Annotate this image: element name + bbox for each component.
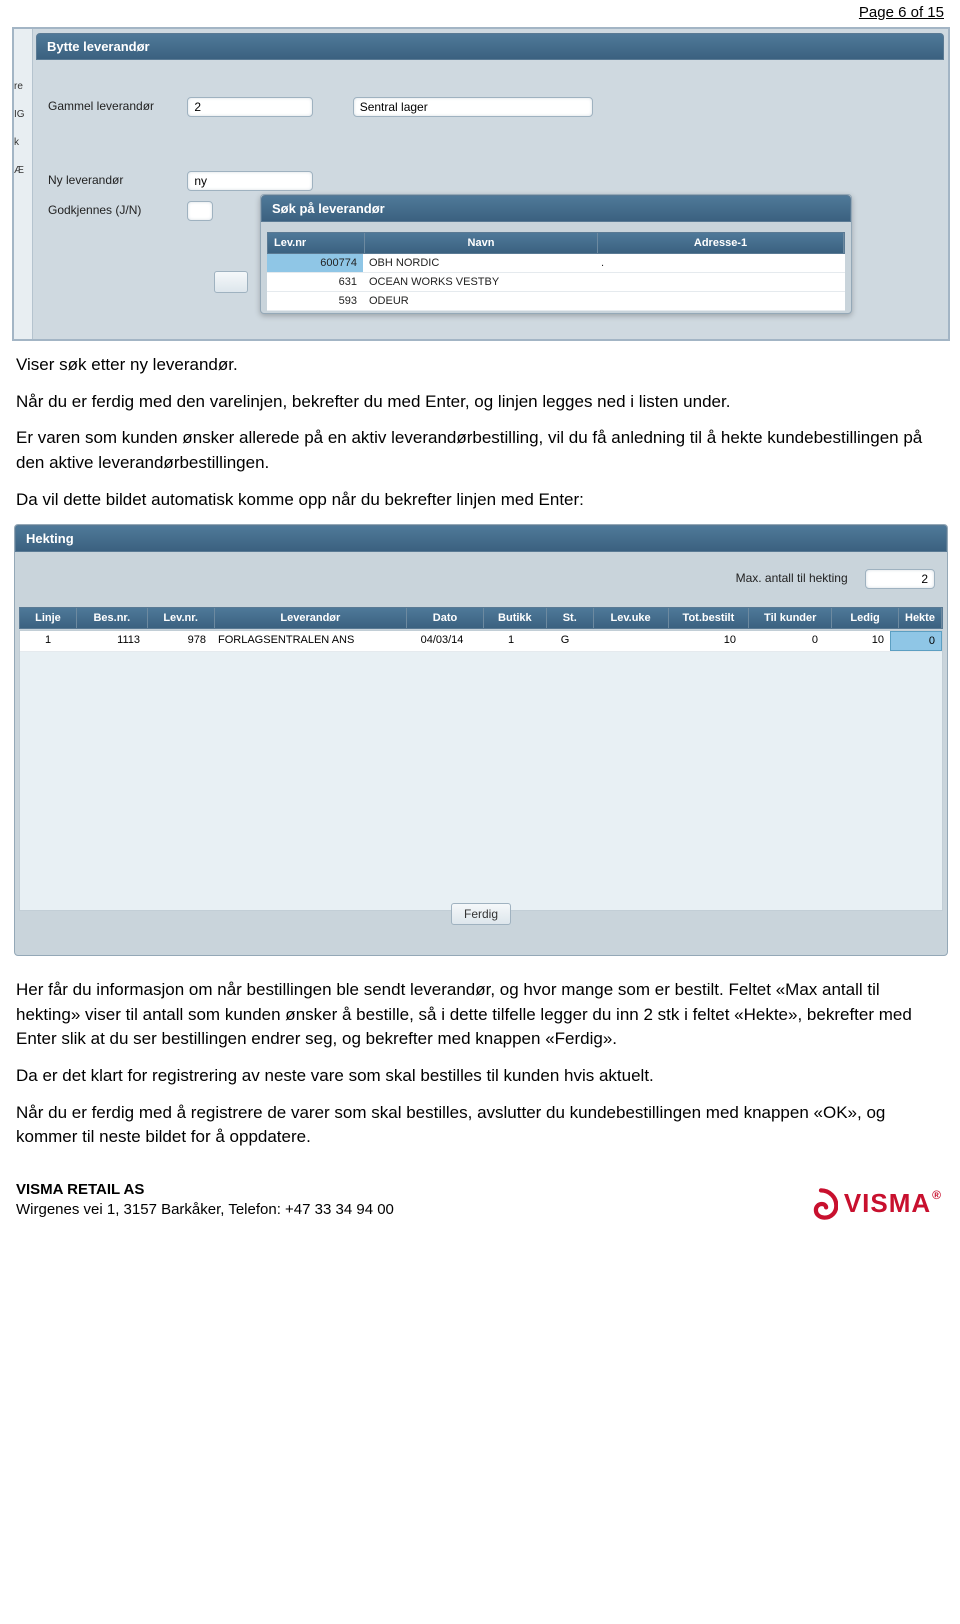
strip-txt: Æ <box>14 157 32 185</box>
cell-levnr: 978 <box>146 631 212 651</box>
cell-navn: OCEAN WORKS VESTBY <box>363 273 595 291</box>
paragraph: Her får du informasjon om når bestilling… <box>16 978 932 1052</box>
col-hekte: Hekte <box>899 608 942 628</box>
page-header: Page 6 of 15 <box>0 0 960 27</box>
popup-grid-header: Lev.nr Navn Adresse-1 <box>267 232 845 254</box>
godkjennes-label: Godkjennes (J/N) <box>48 203 184 217</box>
col-levnr: Lev.nr. <box>148 608 215 628</box>
cell-levnr: 600774 <box>267 254 363 272</box>
col-levuke: Lev.uke <box>594 608 669 628</box>
popup-row[interactable]: 600774 OBH NORDIC . <box>267 254 845 273</box>
unknown-button[interactable] <box>214 271 248 293</box>
ny-leverandor-label: Ny leverandør <box>48 173 184 187</box>
cell-besnr: 1113 <box>76 631 146 651</box>
hekting-grid-header: Linje Bes.nr. Lev.nr. Leverandør Dato Bu… <box>19 607 943 629</box>
paragraph: Er varen som kunden ønsker allerede på e… <box>16 426 932 475</box>
visma-logo-text: VISMA® <box>844 1188 942 1219</box>
body-text: Viser søk etter ny leverandør. Når du er… <box>0 353 960 512</box>
visma-logo: VISMA® <box>804 1187 942 1221</box>
ferdig-button[interactable]: Ferdig <box>451 903 511 925</box>
cell-levuke <box>588 631 662 651</box>
body-text: Her får du informasjon om når bestilling… <box>0 956 960 1150</box>
col-totbestilt: Tot.bestilt <box>669 608 750 628</box>
company-name: VISMA RETAIL AS <box>16 1180 394 1200</box>
footer-left: VISMA RETAIL AS Wirgenes vei 1, 3157 Bar… <box>16 1180 394 1221</box>
col-tilkunder: Til kunder <box>749 608 832 628</box>
panel-title: Hekting <box>15 525 947 552</box>
col-linje: Linje <box>20 608 77 628</box>
popup-sok-leverandor: Søk på leverandør Lev.nr Navn Adresse-1 … <box>260 194 852 314</box>
cell-adr <box>595 273 845 291</box>
popup-row[interactable]: 631 OCEAN WORKS VESTBY <box>267 273 845 292</box>
col-butikk: Butikk <box>484 608 547 628</box>
max-antall-input[interactable] <box>865 569 935 589</box>
godkjennes-input[interactable] <box>187 201 213 221</box>
gammel-leverandor-navn-input[interactable] <box>353 97 593 117</box>
hekting-grid-body: 1 1113 978 FORLAGSENTRALEN ANS 04/03/14 … <box>19 630 943 911</box>
cell-adr: . <box>595 254 845 272</box>
paragraph: Når du er ferdig med å registrere de var… <box>16 1101 932 1150</box>
cell-linje: 1 <box>20 631 76 651</box>
gammel-leverandor-label: Gammel leverandør <box>48 99 184 113</box>
hekting-row[interactable]: 1 1113 978 FORLAGSENTRALEN ANS 04/03/14 … <box>20 631 942 652</box>
col-st: St. <box>547 608 594 628</box>
cell-tot: 10 <box>662 631 742 651</box>
screenshot-hekting: Hekting Max. antall til hekting Linje Be… <box>14 524 948 956</box>
visma-logo-icon <box>804 1187 838 1221</box>
page-footer: VISMA RETAIL AS Wirgenes vei 1, 3157 Bar… <box>0 1162 960 1225</box>
cell-adr <box>595 292 845 310</box>
col-navn: Navn <box>365 233 598 253</box>
popup-grid-body: 600774 OBH NORDIC . 631 OCEAN WORKS VEST… <box>267 254 845 311</box>
paragraph: Da er det klart for registrering av nest… <box>16 1064 932 1089</box>
max-antall-label: Max. antall til hekting <box>736 571 848 585</box>
col-levnr: Lev.nr <box>268 233 365 253</box>
paragraph: Viser søk etter ny leverandør. <box>16 353 932 378</box>
gammel-leverandor-id-input[interactable] <box>187 97 313 117</box>
cell-st: G <box>542 631 588 651</box>
strip-txt: re <box>14 73 32 101</box>
panel-title: Bytte leverandør <box>36 33 944 60</box>
left-strip: re IG k Æ <box>14 29 33 339</box>
ny-leverandor-input[interactable] <box>187 171 313 191</box>
col-leverandor: Leverandør <box>215 608 408 628</box>
col-dato: Dato <box>407 608 484 628</box>
col-ledig: Ledig <box>832 608 899 628</box>
paragraph: Da vil dette bildet automatisk komme opp… <box>16 488 932 513</box>
cell-navn: OBH NORDIC <box>363 254 595 272</box>
strip-txt: IG <box>14 101 32 129</box>
col-adresse: Adresse-1 <box>598 233 844 253</box>
cell-leverandor: FORLAGSENTRALEN ANS <box>212 631 404 651</box>
col-besnr: Bes.nr. <box>77 608 148 628</box>
cell-levnr: 631 <box>267 273 363 291</box>
cell-dato: 04/03/14 <box>404 631 480 651</box>
cell-hekte[interactable]: 0 <box>890 631 942 651</box>
cell-ledig: 10 <box>824 631 890 651</box>
company-address: Wirgenes vei 1, 3157 Barkåker, Telefon: … <box>16 1200 394 1220</box>
strip-txt: k <box>14 129 32 157</box>
screenshot-bytte-leverandor: re IG k Æ Bytte leverandør Gammel levera… <box>12 27 950 341</box>
cell-tilk: 0 <box>742 631 824 651</box>
cell-levnr: 593 <box>267 292 363 310</box>
popup-row[interactable]: 593 ODEUR <box>267 292 845 311</box>
paragraph: Når du er ferdig med den varelinjen, bek… <box>16 390 932 415</box>
cell-butikk: 1 <box>480 631 542 651</box>
cell-navn: ODEUR <box>363 292 595 310</box>
popup-title: Søk på leverandør <box>261 195 851 222</box>
